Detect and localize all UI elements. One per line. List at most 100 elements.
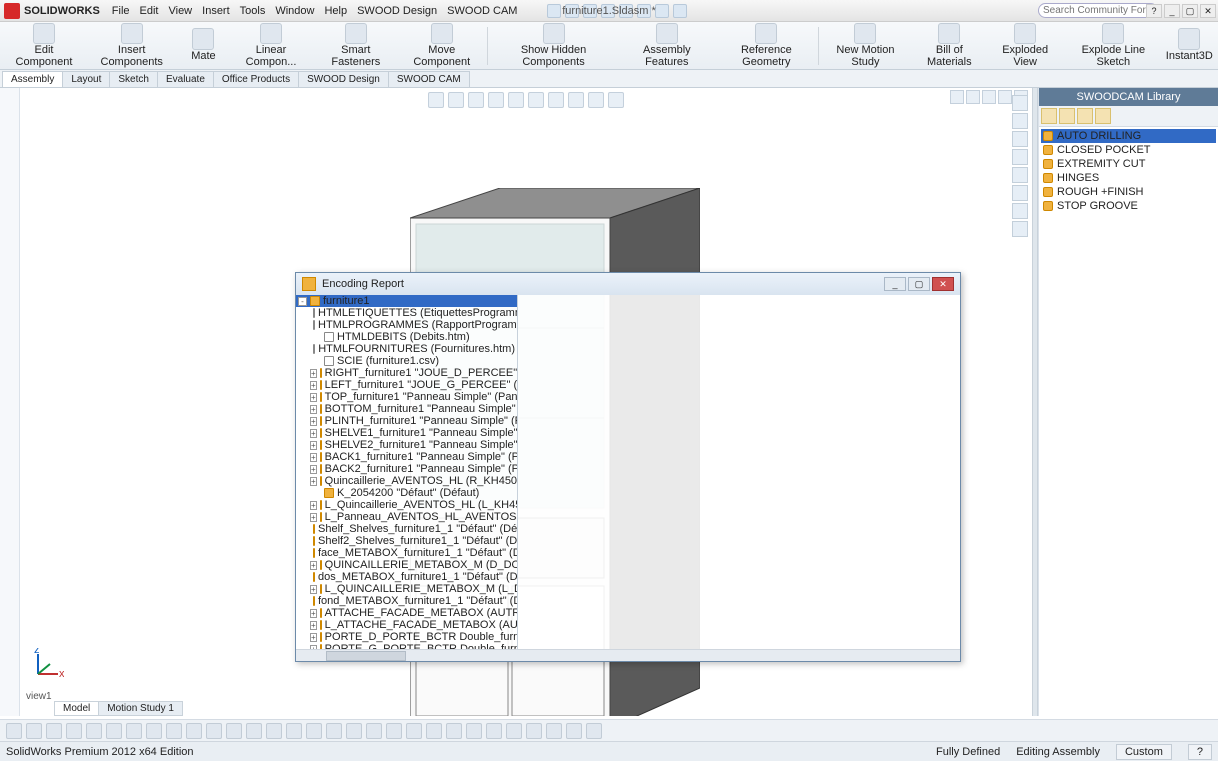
- panel-tool-icon[interactable]: [1059, 108, 1075, 124]
- sketch-tool-icon[interactable]: [546, 723, 562, 739]
- apply-scene-icon[interactable]: [588, 92, 604, 108]
- tree-node[interactable]: +L_ATTACHE_FACADE_METABOX (AUTRE_VISSER_…: [296, 619, 517, 631]
- viewport-icon[interactable]: [998, 90, 1012, 104]
- sketch-tool-icon[interactable]: [386, 723, 402, 739]
- cmd-insert-components[interactable]: Insert Components: [85, 23, 178, 69]
- menu-edit[interactable]: Edit: [140, 5, 159, 17]
- menu-insert[interactable]: Insert: [202, 5, 230, 17]
- sketch-tool-icon[interactable]: [86, 723, 102, 739]
- sketch-tool-icon[interactable]: [586, 723, 602, 739]
- sketch-tool-icon[interactable]: [186, 723, 202, 739]
- expand-icon[interactable]: +: [310, 477, 317, 486]
- viewport-icon[interactable]: [950, 90, 964, 104]
- tab-sketch[interactable]: Sketch: [109, 71, 158, 87]
- dialog-minimize-icon[interactable]: _: [884, 277, 906, 291]
- feature-manager-collapsed[interactable]: [0, 88, 20, 716]
- scrollbar-thumb[interactable]: [326, 651, 406, 661]
- cmd-smart-fasteners[interactable]: Smart Fasteners: [315, 23, 397, 69]
- taskpane-icon[interactable]: [1012, 167, 1028, 183]
- tree-node[interactable]: Shelf_Shelves_furniture1_1 "Défaut" (Déf…: [296, 523, 517, 535]
- cmd-mate[interactable]: Mate: [179, 23, 227, 69]
- expand-icon[interactable]: +: [310, 405, 317, 414]
- dialog-tree[interactable]: -furniture1HTMLETIQUETTES (EtiquettesPro…: [296, 295, 518, 649]
- expand-icon[interactable]: +: [310, 513, 317, 522]
- cmd-new-motion-study[interactable]: New Motion Study: [820, 23, 910, 69]
- sketch-tool-icon[interactable]: [126, 723, 142, 739]
- qat-icon[interactable]: [673, 4, 687, 18]
- library-item[interactable]: AUTO DRILLING: [1041, 129, 1216, 143]
- taskpane-icon[interactable]: [1012, 113, 1028, 129]
- tree-root[interactable]: -furniture1: [296, 295, 517, 307]
- menu-view[interactable]: View: [168, 5, 192, 17]
- library-item[interactable]: ROUGH +FINISH: [1041, 185, 1216, 199]
- sketch-tool-icon[interactable]: [326, 723, 342, 739]
- sketch-tool-icon[interactable]: [466, 723, 482, 739]
- tree-node[interactable]: +PLINTH_furniture1 "Panneau Simple" (Pan…: [296, 415, 517, 427]
- expand-icon[interactable]: +: [310, 453, 317, 462]
- panel-tool-icon[interactable]: [1095, 108, 1111, 124]
- tree-node[interactable]: +L_Panneau_AVENTOS_HL_AVENTOS HL_furnitu…: [296, 511, 517, 523]
- tree-node[interactable]: +RIGHT_furniture1 "JOUE_D_PERCEE" (JOUE_…: [296, 367, 517, 379]
- viewport-icon[interactable]: [966, 90, 980, 104]
- menu-help[interactable]: Help: [324, 5, 347, 17]
- library-item[interactable]: CLOSED POCKET: [1041, 143, 1216, 157]
- sketch-tool-icon[interactable]: [306, 723, 322, 739]
- cmd-reference-geometry[interactable]: Reference Geometry: [715, 23, 817, 69]
- tree-node[interactable]: +L_QUINCAILLERIE_METABOX_M (L_D_DOUBLE_T…: [296, 583, 517, 595]
- tree-node[interactable]: SCIE (furniture1.csv): [296, 355, 517, 367]
- tree-node[interactable]: +ATTACHE_FACADE_METABOX (AUTRE_VISSER_ST…: [296, 607, 517, 619]
- expand-icon[interactable]: +: [310, 417, 317, 426]
- minimize-icon[interactable]: _: [1164, 4, 1180, 18]
- tree-node[interactable]: HTMLDEBITS (Debits.htm): [296, 331, 517, 343]
- tree-node[interactable]: HTMLFOURNITURES (Fournitures.htm): [296, 343, 517, 355]
- help-icon[interactable]: ?: [1146, 4, 1162, 18]
- sketch-tool-icon[interactable]: [446, 723, 462, 739]
- tab-swood-cam[interactable]: SWOOD CAM: [388, 71, 470, 87]
- expand-icon[interactable]: +: [310, 381, 317, 390]
- dialog-hscrollbar[interactable]: [296, 649, 960, 661]
- expand-icon[interactable]: +: [310, 429, 317, 438]
- zoom-area-icon[interactable]: [448, 92, 464, 108]
- qat-icon[interactable]: [655, 4, 669, 18]
- expand-icon[interactable]: +: [310, 585, 317, 594]
- sketch-tool-icon[interactable]: [366, 723, 382, 739]
- taskpane-icon[interactable]: [1012, 149, 1028, 165]
- tree-node[interactable]: fond_METABOX_furniture1_1 "Défaut" (Défa…: [296, 595, 517, 607]
- dialog-titlebar[interactable]: Encoding Report _ ▢ ✕: [296, 273, 960, 295]
- expand-icon[interactable]: +: [310, 441, 317, 450]
- menu-swood-cam[interactable]: SWOOD CAM: [447, 5, 517, 17]
- cmd-linear-compon-[interactable]: Linear Compon...: [228, 23, 313, 69]
- tree-node[interactable]: +QUINCAILLERIE_METABOX_M (D_DOUBLE_TUBE_…: [296, 559, 517, 571]
- bottom-tab-model[interactable]: Model: [54, 701, 99, 716]
- search-input[interactable]: [1038, 3, 1158, 18]
- cmd-show-hidden-components[interactable]: Show Hidden Components: [489, 23, 619, 69]
- tree-node[interactable]: +LEFT_furniture1 "JOUE_G_PERCEE" (JOUE_G…: [296, 379, 517, 391]
- sketch-tool-icon[interactable]: [46, 723, 62, 739]
- expand-icon[interactable]: +: [310, 609, 317, 618]
- taskpane-icon[interactable]: [1012, 131, 1028, 147]
- bottom-tab-motion-study-1[interactable]: Motion Study 1: [98, 701, 183, 716]
- cmd-move-component[interactable]: Move Component: [398, 23, 486, 69]
- taskpane-icon[interactable]: [1012, 203, 1028, 219]
- sketch-tool-icon[interactable]: [246, 723, 262, 739]
- collapse-icon[interactable]: -: [298, 297, 307, 306]
- cmd-explode-line-sketch[interactable]: Explode Line Sketch: [1063, 23, 1164, 69]
- tab-evaluate[interactable]: Evaluate: [157, 71, 214, 87]
- section-view-icon[interactable]: [488, 92, 504, 108]
- view-settings-icon[interactable]: [608, 92, 624, 108]
- sketch-tool-icon[interactable]: [166, 723, 182, 739]
- taskpane-icon[interactable]: [1012, 95, 1028, 111]
- library-item[interactable]: HINGES: [1041, 171, 1216, 185]
- cmd-bill-of-materials[interactable]: Bill of Materials: [911, 23, 987, 69]
- tab-assembly[interactable]: Assembly: [2, 71, 63, 87]
- tree-node[interactable]: face_METABOX_furniture1_1 "Défaut" (Défa…: [296, 547, 517, 559]
- expand-icon[interactable]: +: [310, 501, 317, 510]
- tree-node[interactable]: +BACK2_furniture1 "Panneau Simple" (Pann…: [296, 463, 517, 475]
- menu-file[interactable]: File: [112, 5, 130, 17]
- scene-icon[interactable]: [568, 92, 584, 108]
- sketch-tool-icon[interactable]: [6, 723, 22, 739]
- sketch-tool-icon[interactable]: [206, 723, 222, 739]
- hide-show-icon[interactable]: [548, 92, 564, 108]
- qat-icon[interactable]: [547, 4, 561, 18]
- sketch-tool-icon[interactable]: [146, 723, 162, 739]
